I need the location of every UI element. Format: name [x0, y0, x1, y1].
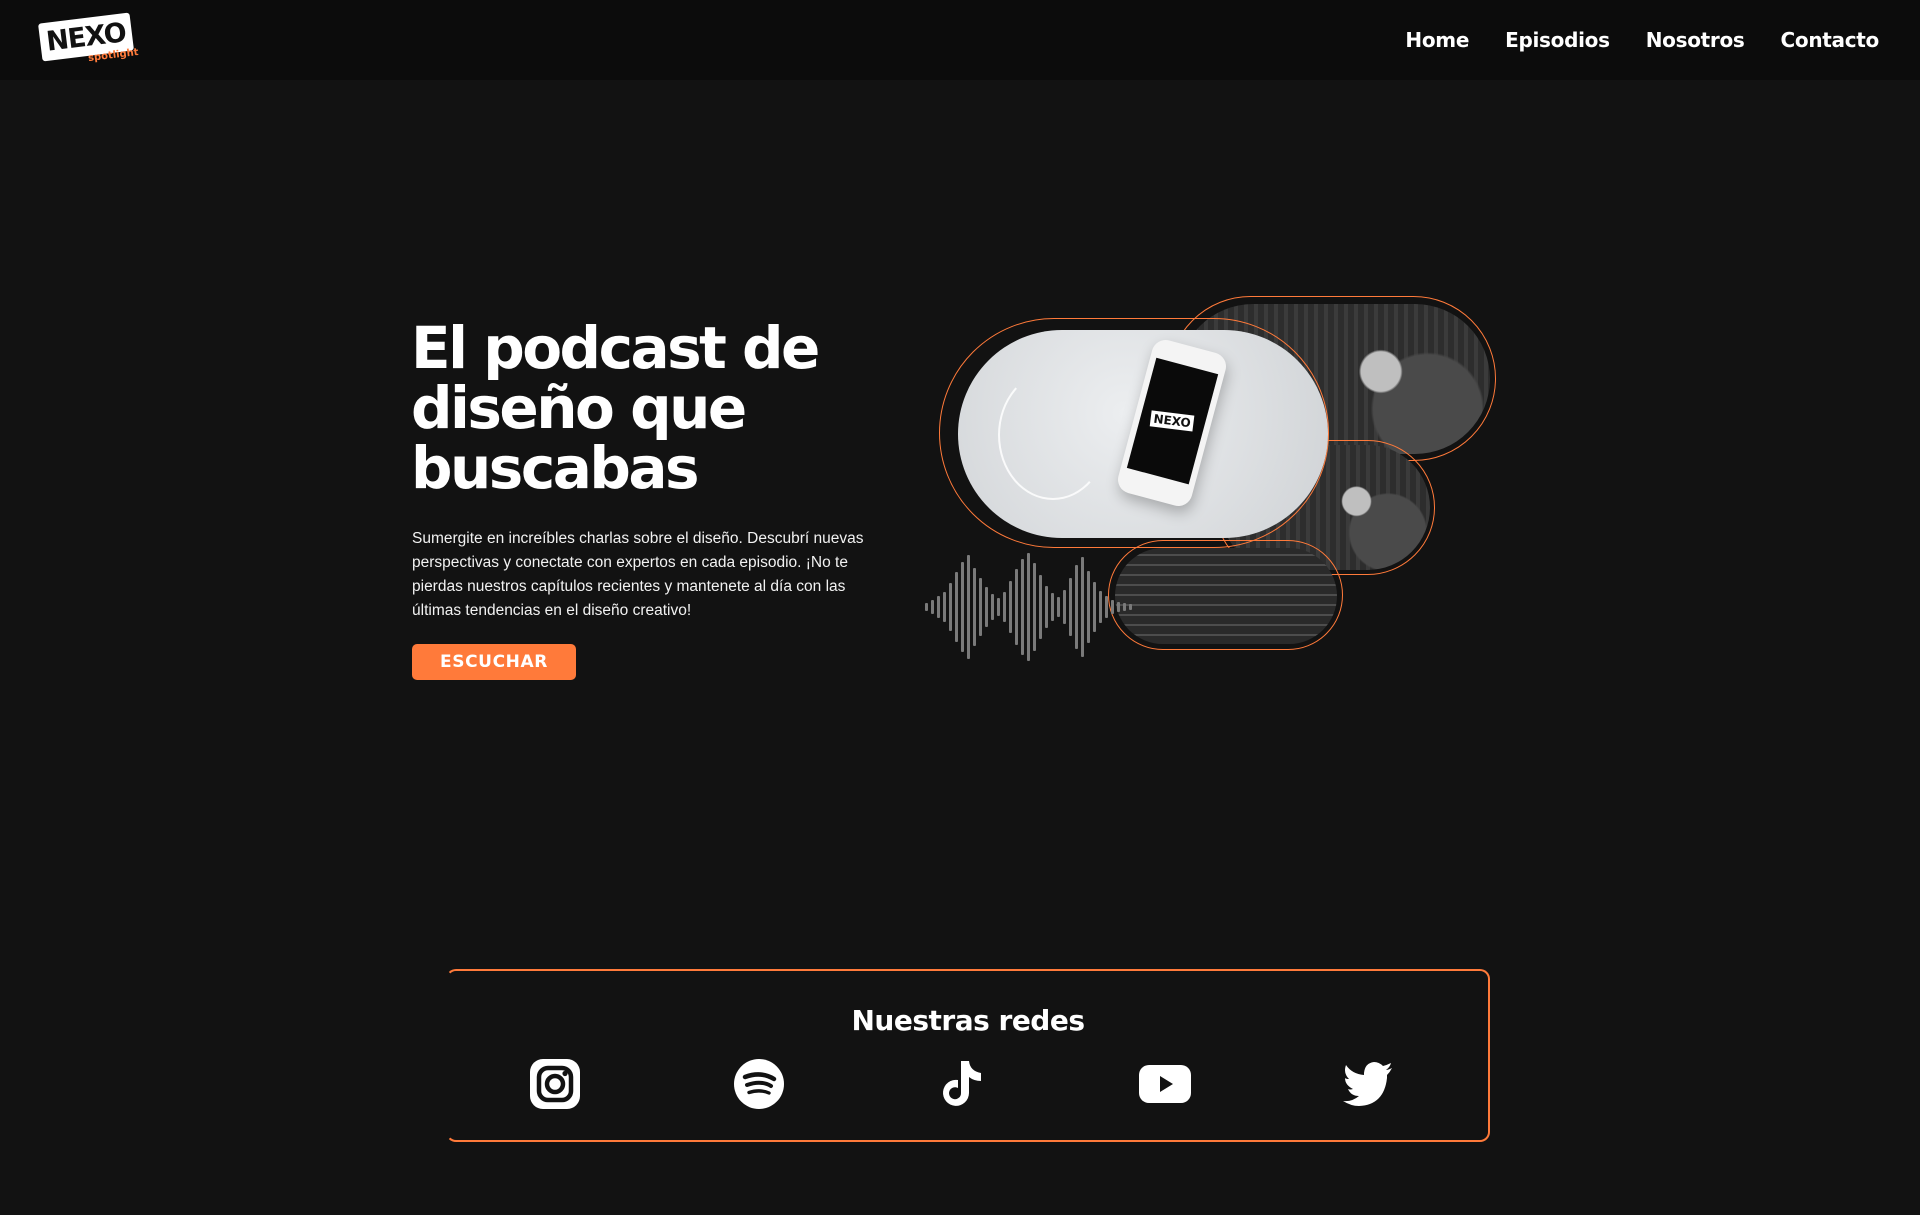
waveform-bar: [1045, 586, 1048, 628]
social-icons-row: [448, 1057, 1488, 1113]
waveform-bar: [1021, 559, 1024, 655]
youtube-icon[interactable]: [1138, 1057, 1192, 1111]
earphone-cable: [998, 370, 1108, 500]
waveform-bar: [991, 594, 994, 620]
hero-title: El podcast de diseño que buscabas: [411, 318, 851, 498]
phone-screen-logo: NEXO: [1150, 410, 1195, 432]
waveform-bar: [937, 596, 940, 618]
audio-waveform: [925, 552, 1165, 662]
waveform-bar: [1081, 557, 1084, 657]
waveform-bar: [1111, 600, 1114, 614]
waveform-bar: [1027, 553, 1030, 661]
waveform-bar: [1117, 602, 1120, 612]
phone-mockup: NEXO: [1114, 336, 1230, 510]
waveform-bar: [1009, 581, 1012, 633]
nav-link-episodios[interactable]: Episodios: [1505, 28, 1610, 52]
top-navbar: NEXO spotlight Home Episodios Nosotros C…: [0, 0, 1920, 80]
hero-title-line-2: diseño que: [411, 374, 747, 442]
spotify-icon[interactable]: [732, 1057, 786, 1111]
waveform-bar: [1033, 563, 1036, 651]
waveform-bar: [1003, 592, 1006, 622]
social-title: Nuestras redes: [851, 1004, 1085, 1037]
main-menu: Home Episodios Nosotros Contacto: [1405, 28, 1880, 52]
nexo-logo[interactable]: NEXO spotlight: [38, 12, 139, 64]
waveform-bar: [1075, 565, 1078, 649]
waveform-bar: [1087, 571, 1090, 643]
hero-description: Sumergite en increíbles charlas sobre el…: [412, 530, 864, 619]
waveform-bar: [1069, 578, 1072, 636]
hero-collage: NEXO: [920, 290, 1500, 680]
social-networks-panel: Nuestras redes: [446, 969, 1490, 1142]
phone-screen: NEXO: [1126, 357, 1219, 485]
waveform-bar: [1099, 591, 1102, 623]
waveform-bar: [1063, 590, 1066, 624]
waveform-bar: [967, 555, 970, 659]
waveform-bar: [985, 587, 988, 627]
waveform-bar: [997, 598, 1000, 616]
nav-link-home[interactable]: Home: [1405, 28, 1469, 52]
waveform-bar: [931, 600, 934, 614]
hero-title-line-3: buscabas: [411, 434, 700, 502]
listen-button[interactable]: ESCUCHAR: [412, 644, 576, 680]
waveform-bar: [1129, 604, 1132, 610]
waveform-bar: [955, 572, 958, 642]
waveform-bar: [1093, 582, 1096, 632]
hero-title-line-1: El podcast de: [411, 314, 820, 382]
waveform-bar: [1123, 603, 1126, 611]
waveform-bar: [925, 603, 928, 611]
waveform-bar: [1057, 597, 1060, 617]
waveform-bar: [979, 578, 982, 636]
nav-link-nosotros[interactable]: Nosotros: [1646, 28, 1745, 52]
waveform-bar: [1105, 596, 1108, 618]
tiktok-icon[interactable]: [935, 1057, 989, 1111]
waveform-bar: [961, 562, 964, 652]
waveform-bar: [973, 568, 976, 646]
waveform-bar: [943, 592, 946, 622]
waveform-bar: [949, 583, 952, 631]
phone-photo: NEXO: [958, 330, 1328, 538]
twitter-icon[interactable]: [1341, 1057, 1395, 1111]
instagram-icon[interactable]: [528, 1057, 582, 1111]
waveform-bar: [1039, 575, 1042, 639]
nav-link-contacto[interactable]: Contacto: [1781, 28, 1880, 52]
waveform-bar: [1051, 593, 1054, 621]
waveform-bar: [1015, 569, 1018, 645]
